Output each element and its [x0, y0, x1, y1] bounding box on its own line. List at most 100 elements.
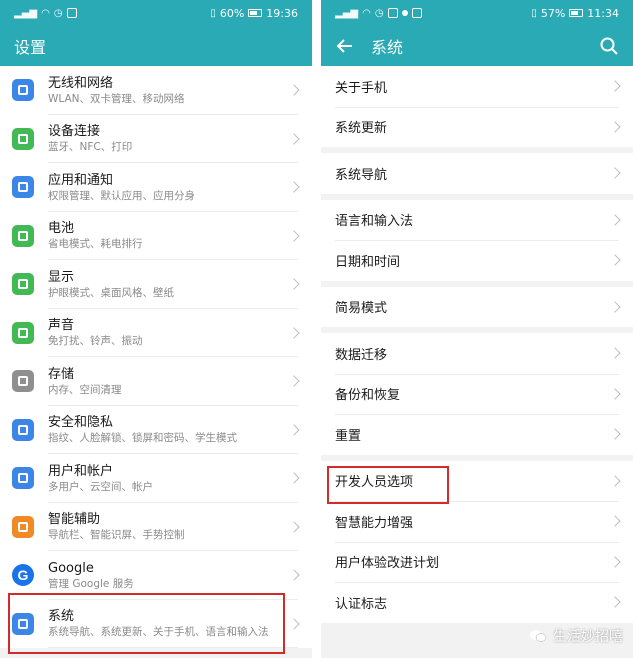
settings-item[interactable]: 用户和帐户 多用户、云空间、帐户 — [0, 454, 312, 503]
search-icon[interactable] — [599, 36, 619, 56]
hand-icon — [12, 515, 34, 538]
settings-item-title: 安全和隐私 — [48, 415, 114, 431]
system-item[interactable]: 简易模式 — [321, 287, 633, 328]
vibrate-icon: ▯ — [531, 7, 537, 19]
battery-status-icon — [569, 9, 584, 17]
settings-item-subtitle: 多用户、云空间、帐户 — [48, 480, 153, 493]
storage-icon — [12, 370, 34, 393]
chevron-right-icon — [288, 521, 300, 533]
settings-item[interactable]: 智能辅助 导航栏、智能识屏、手势控制 — [0, 503, 312, 552]
battery-percent: 60% — [219, 6, 245, 20]
system-item[interactable]: 认证标志 — [321, 582, 633, 623]
system-item[interactable]: 备份和恢复 — [321, 373, 633, 415]
settings-item[interactable]: G Google 管理 Google 服务 — [0, 551, 312, 600]
apps-icon — [12, 176, 34, 199]
settings-item-title: 电池 — [48, 221, 75, 237]
settings-item-subtitle: 指纹、人脸解锁、锁屏和密码、学生模式 — [48, 432, 237, 445]
settings-item[interactable]: 设备连接 蓝牙、NFC、打印 — [0, 115, 312, 164]
system-item[interactable]: 重置 — [321, 414, 633, 455]
settings-item-title: 无线和网络 — [48, 75, 114, 91]
system-item-label: 认证标志 — [335, 596, 388, 612]
clock: 19:36 — [266, 6, 298, 20]
settings-item-subtitle: 权限管理、默认应用、应用分身 — [48, 189, 195, 202]
system-item[interactable]: 用户体验改进计划 — [321, 541, 633, 583]
status-bar: ▂▄▆ ◠ ◷ ▯ 60% 19:36 — [0, 0, 312, 26]
alarm-icon: ◷ — [53, 7, 63, 19]
system-item[interactable]: 日期和时间 — [321, 240, 633, 281]
wifi-status-icon: ◠ — [362, 7, 371, 19]
chevron-right-icon — [609, 214, 621, 226]
chevron-right-icon — [609, 596, 621, 608]
system-item[interactable]: 系统导航 — [321, 153, 633, 194]
system-item-label: 关于手机 — [335, 80, 388, 96]
display-icon — [12, 273, 34, 296]
settings-item[interactable]: 应用和通知 权限管理、默认应用、应用分身 — [0, 163, 312, 212]
chevron-right-icon — [609, 167, 621, 179]
settings-item-subtitle: WLAN、双卡管理、移动网络 — [48, 92, 185, 105]
watermark-text: 生活妙招嘻 — [553, 629, 623, 645]
device-connect-icon — [12, 127, 34, 150]
chevron-right-icon — [609, 347, 621, 359]
app-bar: 系统 — [321, 26, 633, 66]
back-arrow-icon[interactable] — [335, 36, 355, 56]
chevron-right-icon — [609, 80, 621, 92]
chevron-right-icon — [288, 181, 300, 193]
signal-icon: ▂▄▆ — [14, 7, 38, 19]
wifi-status-icon: ◠ — [41, 7, 50, 19]
notification-icon — [66, 8, 77, 18]
settings-item-title: 声音 — [48, 318, 75, 334]
settings-item-subtitle: 蓝牙、NFC、打印 — [48, 141, 133, 154]
wifi-icon — [12, 79, 34, 102]
system-item[interactable]: 数据迁移 — [321, 333, 633, 374]
notification-dot-icon — [401, 10, 408, 16]
settings-item[interactable]: 电池 省电模式、耗电排行 — [0, 212, 312, 261]
system-item-label: 简易模式 — [335, 301, 388, 317]
settings-item-title: 系统 — [48, 609, 75, 625]
system-item-label: 系统更新 — [335, 121, 388, 137]
chevron-right-icon — [609, 121, 621, 133]
settings-item-subtitle: 护眼模式、桌面风格、壁纸 — [48, 286, 174, 299]
system-item[interactable]: 开发人员选项 — [321, 461, 633, 502]
settings-item[interactable]: 显示 护眼模式、桌面风格、壁纸 — [0, 260, 312, 309]
settings-item[interactable]: 安全和隐私 指纹、人脸解锁、锁屏和密码、学生模式 — [0, 406, 312, 455]
chevron-right-icon — [288, 618, 300, 630]
status-bar: ▂▄▆ ◠ ◷ ▯ 57% 11:34 — [321, 0, 633, 26]
settings-group: 系统导航 — [321, 153, 633, 194]
settings-item[interactable]: 声音 免打扰、铃声、振动 — [0, 309, 312, 358]
chevron-right-icon — [288, 424, 300, 436]
settings-item[interactable]: 存储 内存、空间清理 — [0, 357, 312, 406]
system-item-label: 数据迁移 — [335, 347, 388, 363]
system-item[interactable]: 系统更新 — [321, 106, 633, 148]
wechat-icon — [529, 629, 547, 643]
battery-icon — [12, 224, 34, 247]
system-item-label: 智慧能力增强 — [335, 515, 414, 531]
chevron-right-icon — [288, 327, 300, 339]
system-item[interactable]: 语言和输入法 — [321, 200, 633, 241]
system-item-label: 开发人员选项 — [335, 475, 414, 491]
settings-item-subtitle: 内存、空间清理 — [48, 383, 122, 396]
shield-icon — [12, 418, 34, 441]
system-item-label: 重置 — [335, 428, 362, 444]
settings-group: 数据迁移备份和恢复重置 — [321, 333, 633, 455]
signal-icon: ▂▄▆ — [335, 7, 359, 19]
system-item-label: 备份和恢复 — [335, 388, 401, 404]
settings-item-title: 用户和帐户 — [48, 463, 114, 479]
settings-group: 关于手机 系统更新 — [321, 66, 633, 147]
system-item-label: 用户体验改进计划 — [335, 556, 440, 572]
chevron-right-icon — [609, 254, 621, 266]
vibrate-icon: ▯ — [210, 7, 216, 19]
system-item-label: 系统导航 — [335, 167, 388, 183]
settings-group: 开发人员选项 智慧能力增强用户体验改进计划 认证标志 — [321, 460, 633, 623]
notification-icon — [387, 8, 398, 18]
system-item[interactable]: 智慧能力增强 — [321, 501, 633, 542]
chevron-right-icon — [288, 278, 300, 290]
chevron-right-icon — [609, 428, 621, 440]
chevron-right-icon — [609, 301, 621, 313]
settings-item[interactable]: 无线和网络 WLAN、双卡管理、移动网络 — [0, 66, 312, 115]
system-item[interactable]: 关于手机 — [321, 66, 633, 107]
settings-item[interactable]: 系统 系统导航、系统更新、关于手机、语言和输入法 — [0, 600, 312, 649]
settings-screen: ▂▄▆ ◠ ◷ ▯ 60% 19:36 设置 无线和网络 WLAN、双卡管理、移动… — [0, 0, 312, 658]
chevron-right-icon — [609, 556, 621, 568]
user-icon — [12, 467, 34, 490]
settings-item-title: 显示 — [48, 269, 75, 285]
